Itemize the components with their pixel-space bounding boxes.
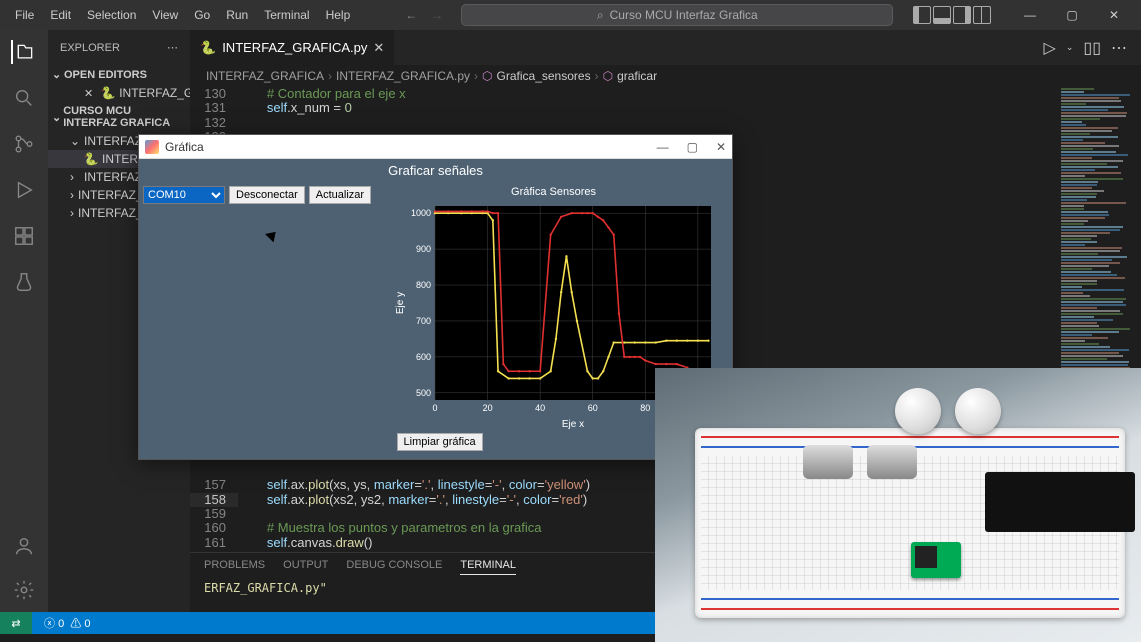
panel-tab-problems[interactable]: PROBLEMS [204,559,265,575]
disconnect-button[interactable]: Desconectar [229,186,305,204]
svg-text:500: 500 [416,388,431,398]
menu-file[interactable]: File [8,4,41,26]
svg-text:20: 20 [482,403,492,413]
run-debug-icon[interactable] [12,178,36,202]
explorer-icon[interactable] [11,40,35,64]
run-file-icon[interactable]: ▷ [1044,38,1056,58]
menu-run[interactable]: Run [219,4,255,26]
microcontroller-board [911,542,961,578]
scm-icon[interactable] [12,132,36,156]
menu-bar: FileEditSelectionViewGoRunTerminalHelp [8,4,357,26]
svg-text:1000: 1000 [411,208,431,218]
window-close-icon[interactable]: ✕ [1093,0,1135,30]
webcam-feed [655,368,1141,642]
tk-title-text: Gráfica [165,140,204,154]
potentiometer-knob [955,388,1001,434]
open-editors-section[interactable]: ⌄OPEN EDITORS [48,65,190,84]
svg-text:Eje x: Eje x [561,419,583,430]
more-icon[interactable]: ⋯ [167,41,178,54]
panel-tab-output[interactable]: OUTPUT [283,559,328,575]
settings-gear-icon[interactable] [12,578,36,602]
layout-right-icon[interactable] [953,6,971,24]
svg-text:900: 900 [416,244,431,254]
nav-arrows: ← → [405,8,443,22]
remote-indicator-icon[interactable]: ⇄ [0,612,32,634]
editor-tabs: 🐍 INTERFAZ_GRAFICA.py ✕ ▷ ⌄ ▯▯ ⋯ [190,30,1141,65]
search-sidebar-icon[interactable] [12,86,36,110]
nav-back-icon[interactable]: ← [405,8,417,22]
svg-text:800: 800 [416,280,431,290]
layout-toggles[interactable] [913,6,991,24]
workspace-section[interactable]: ⌄CURSO MCU INTERFAZ GRAFICA [48,102,190,132]
svg-text:600: 600 [416,352,431,362]
search-icon: ⌕ [597,8,604,23]
layout-bottom-icon[interactable] [933,6,951,24]
tab-filename: INTERFAZ_GRAFICA.py [222,40,367,55]
explorer-title: EXPLORER [60,42,120,54]
port-select[interactable]: COM10 [143,186,225,204]
svg-text:80: 80 [640,403,650,413]
tk-window: Gráfica ― ▢ ✕ Graficar señales COM10 Des… [138,134,733,460]
command-center[interactable]: ⌕ Curso MCU Interfaz Grafica [461,4,893,26]
svg-text:700: 700 [416,316,431,326]
testing-icon[interactable] [12,270,36,294]
python-file-icon: 🐍 [200,40,216,56]
activity-bar [0,30,48,612]
svg-text:0: 0 [432,403,437,413]
potentiometer-body [803,445,853,479]
panel-tab-terminal[interactable]: TERMINAL [460,559,516,575]
chart-title: Gráfica Sensores [391,186,717,198]
layout-split-icon[interactable] [973,6,991,24]
tk-close-icon[interactable]: ✕ [716,140,726,154]
search-text: Curso MCU Interfaz Grafica [610,8,758,22]
extensions-icon[interactable] [12,224,36,248]
svg-text:60: 60 [587,403,597,413]
tk-titlebar[interactable]: Gráfica ― ▢ ✕ [139,135,732,159]
mouse-cursor-icon [268,229,278,243]
tk-app-icon [145,140,159,154]
menu-help[interactable]: Help [319,4,358,26]
tk-maximize-icon[interactable]: ▢ [687,140,698,154]
layout-left-icon[interactable] [913,6,931,24]
window-restore-icon[interactable]: ▢ [1051,0,1093,30]
clear-chart-button[interactable]: Limpiar gráfica [397,433,483,451]
menu-terminal[interactable]: Terminal [257,4,316,26]
open-editor-item[interactable]: ✕🐍INTERFAZ_GRAFICA.p... [48,84,190,102]
tk-banner: Graficar señales [139,159,732,182]
breadcrumb[interactable]: INTERFAZ_GRAFICA›INTERFAZ_GRAFICA.py›⬡ G… [190,65,1141,87]
title-bar: FileEditSelectionViewGoRunTerminalHelp ←… [0,0,1141,30]
menu-view[interactable]: View [145,4,185,26]
run-dropdown-icon[interactable]: ⌄ [1066,42,1074,53]
tab-close-icon[interactable]: ✕ [373,40,384,56]
close-editor-icon[interactable]: ✕ [84,87,93,100]
svg-text:Eje y: Eje y [395,292,406,314]
panel-tab-debug-console[interactable]: DEBUG CONSOLE [346,559,442,575]
refresh-button[interactable]: Actualizar [309,186,371,204]
tab-active[interactable]: 🐍 INTERFAZ_GRAFICA.py ✕ [190,30,395,65]
tk-controls-row: COM10 Desconectar Actualizar [139,182,375,208]
svg-text:40: 40 [535,403,545,413]
window-minimize-icon[interactable]: ― [1009,0,1051,30]
potentiometer-body [867,445,917,479]
split-editor-icon[interactable]: ▯▯ [1083,38,1101,58]
ic-chip [985,472,1135,532]
menu-edit[interactable]: Edit [43,4,78,26]
menu-go[interactable]: Go [187,4,217,26]
account-icon[interactable] [12,534,36,558]
status-problems[interactable]: ⓧ 0 ⚠ 0 [44,615,90,631]
tk-minimize-icon[interactable]: ― [657,140,669,154]
potentiometer-knob [895,388,941,434]
menu-selection[interactable]: Selection [80,4,143,26]
nav-fwd-icon[interactable]: → [431,8,443,22]
editor-more-icon[interactable]: ⋯ [1111,38,1127,58]
